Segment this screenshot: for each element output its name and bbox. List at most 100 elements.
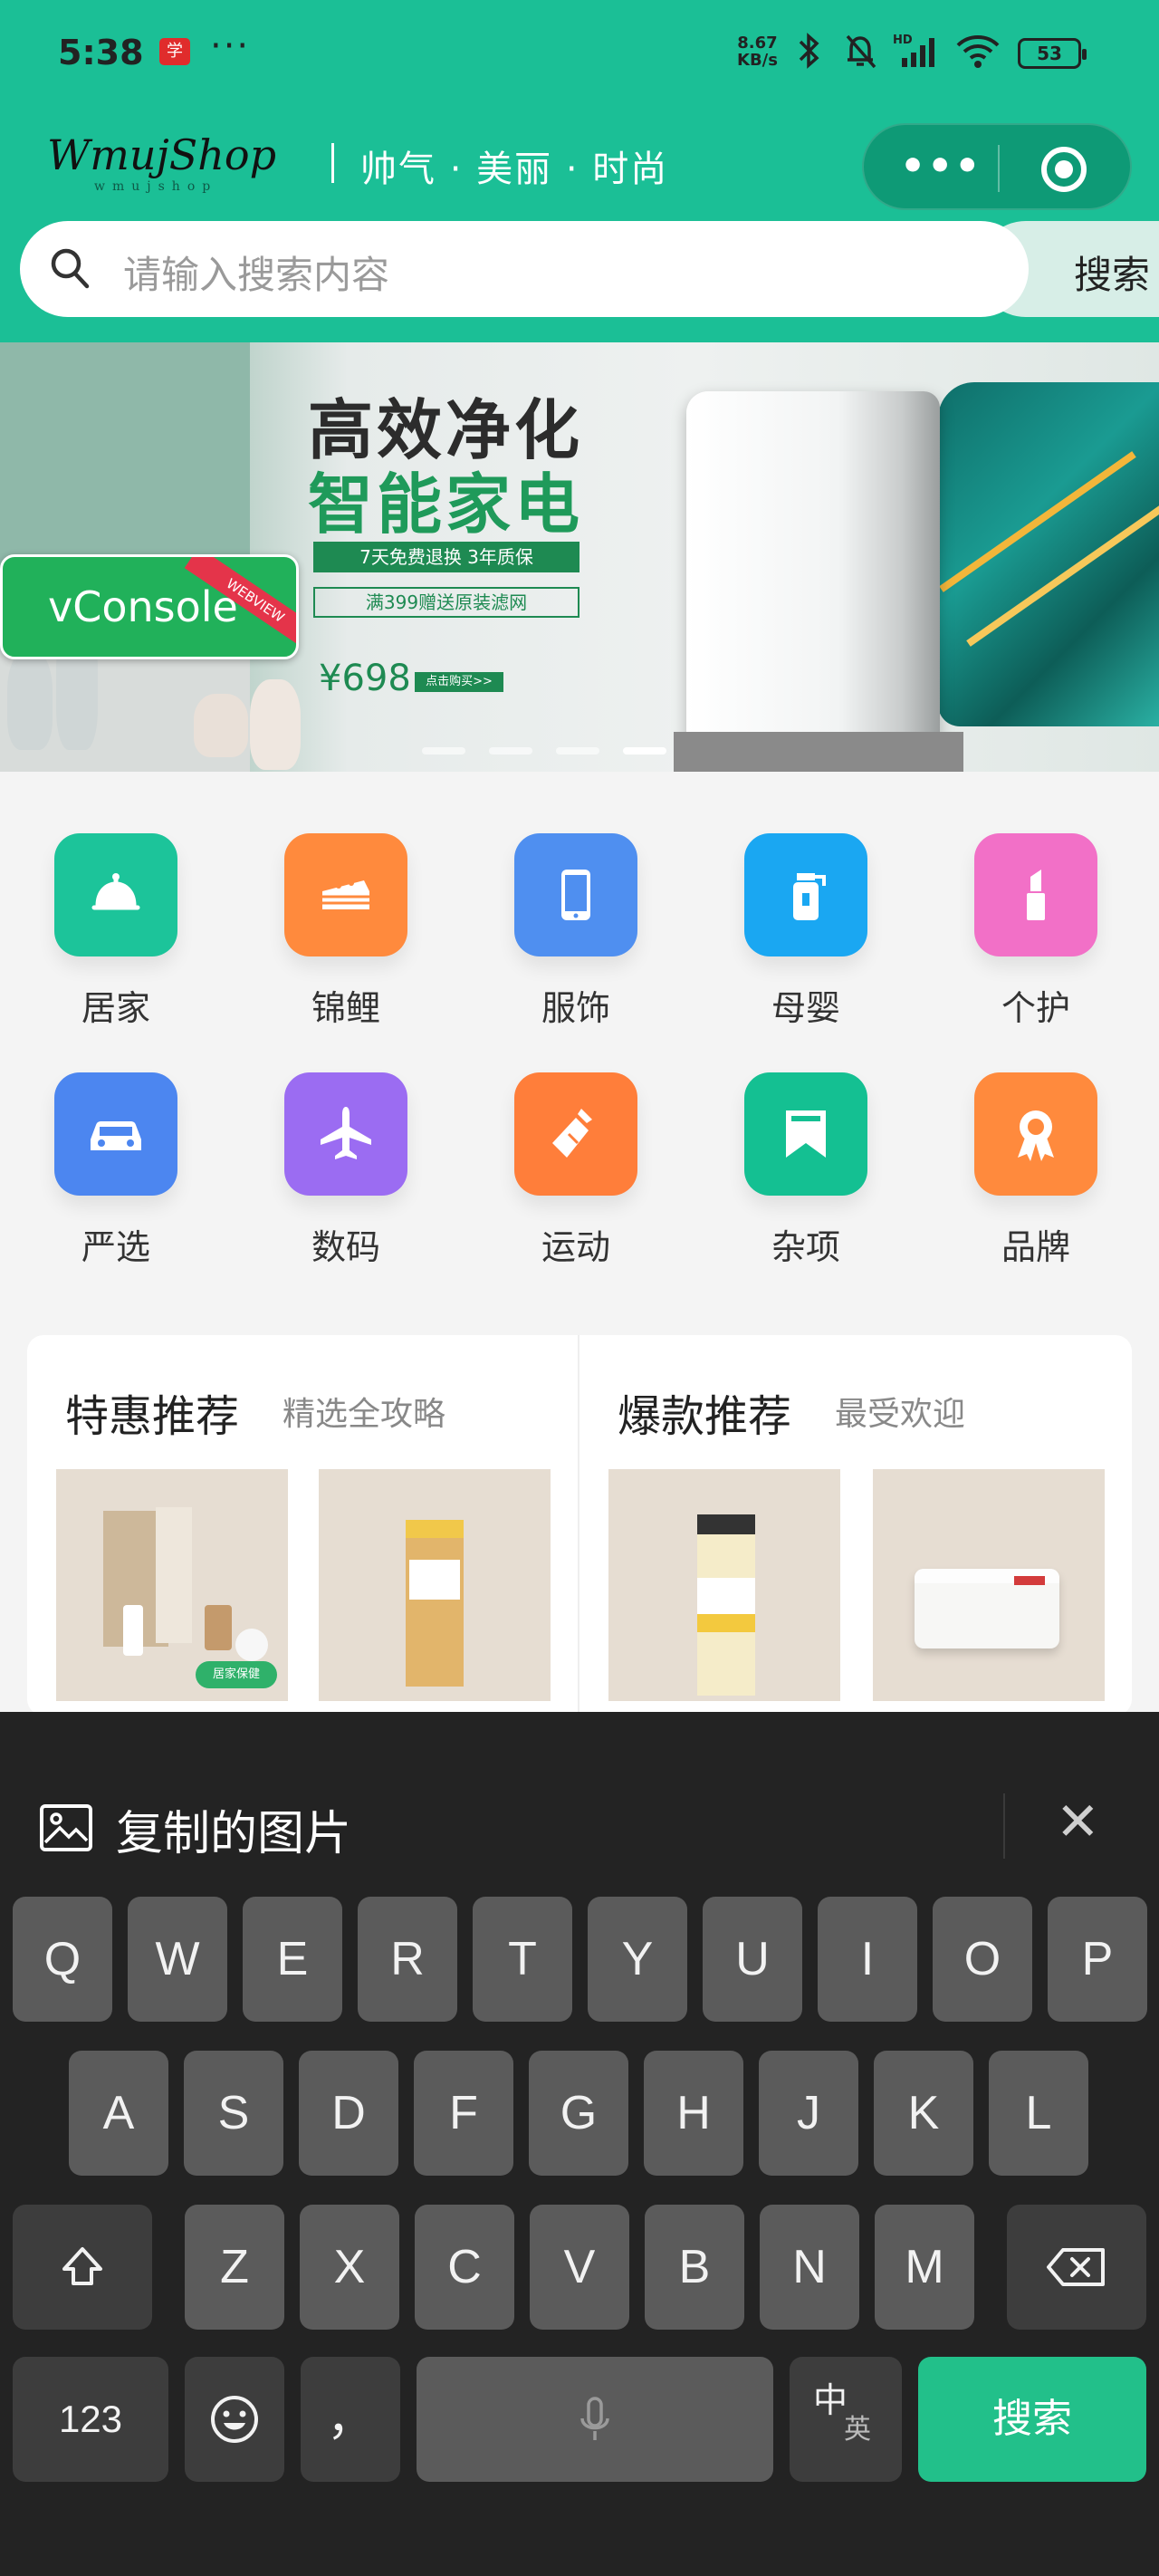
car-icon xyxy=(54,1072,177,1196)
key-k[interactable]: K xyxy=(874,2051,973,2176)
category-label: 锦鲤 xyxy=(311,988,380,1028)
category-digital[interactable]: 数码 xyxy=(264,1072,427,1269)
category-label: 居家 xyxy=(81,988,150,1028)
award-icon xyxy=(974,1072,1097,1196)
clipboard-item[interactable]: 复制的图片 xyxy=(116,1795,351,1863)
category-brand[interactable]: 品牌 xyxy=(954,1072,1117,1269)
search-action-key[interactable]: 搜索 xyxy=(918,2357,1146,2482)
emoji-key[interactable] xyxy=(185,2357,284,2482)
network-speed-value: 8.67 xyxy=(737,34,778,53)
more-notifications-icon: ··· xyxy=(210,25,251,67)
vconsole-button[interactable]: vConsole WEBVIEW xyxy=(0,554,299,659)
close-mini-program-icon[interactable] xyxy=(1041,147,1087,192)
language-secondary: 英 xyxy=(844,2415,871,2445)
punctuation-key[interactable]: ， xyxy=(301,2357,400,2482)
category-label: 运动 xyxy=(541,1227,610,1267)
category-selection[interactable]: 严选 xyxy=(34,1072,197,1269)
backspace-key[interactable] xyxy=(1007,2205,1146,2330)
key-c[interactable]: C xyxy=(415,2205,514,2330)
key-n[interactable]: N xyxy=(760,2205,859,2330)
key-p[interactable]: P xyxy=(1048,1897,1147,2022)
category-sports[interactable]: 运动 xyxy=(494,1072,657,1269)
lipstick-icon xyxy=(974,833,1097,956)
key-y[interactable]: Y xyxy=(588,1897,687,2022)
category-label: 个护 xyxy=(1001,988,1070,1028)
banner-subtitle: 智能家电 xyxy=(308,466,584,543)
signal-hd-icon: HD xyxy=(893,34,934,67)
key-j[interactable]: J xyxy=(759,2051,858,2176)
numbers-key[interactable]: 123 xyxy=(13,2357,168,2482)
key-h[interactable]: H xyxy=(644,2051,743,2176)
key-v[interactable]: V xyxy=(530,2205,629,2330)
cake-icon xyxy=(284,833,407,956)
product-tag xyxy=(1014,1576,1045,1585)
sport-bottle-icon xyxy=(514,1072,637,1196)
key-z[interactable]: Z xyxy=(185,2205,284,2330)
key-u[interactable]: U xyxy=(703,1897,802,2022)
deal-section-title[interactable]: 特惠推荐 xyxy=(65,1380,239,1444)
key-q[interactable]: Q xyxy=(13,1897,112,2022)
leaf-vein xyxy=(966,505,1159,647)
shift-key[interactable] xyxy=(13,2205,152,2330)
product-card[interactable] xyxy=(608,1469,840,1701)
product-stand xyxy=(674,732,963,772)
search-input[interactable]: 请输入搜索内容 xyxy=(123,245,389,300)
category-clothing[interactable]: 服饰 xyxy=(494,833,657,1030)
bottle-icon xyxy=(744,833,867,956)
key-a[interactable]: A xyxy=(69,2051,168,2176)
key-b[interactable]: B xyxy=(645,2205,744,2330)
key-l[interactable]: L xyxy=(989,2051,1088,2176)
category-koi[interactable]: 锦鲤 xyxy=(264,833,427,1030)
key-x[interactable]: X xyxy=(300,2205,399,2330)
language-switch-key[interactable]: 中 英 xyxy=(790,2357,902,2482)
key-o[interactable]: O xyxy=(933,1897,1032,2022)
category-label: 母婴 xyxy=(771,988,840,1028)
product-card[interactable] xyxy=(873,1469,1105,1701)
status-bar: 5:38 学 ··· 8.67 KB/s HD 53 xyxy=(0,0,1159,107)
key-w[interactable]: W xyxy=(128,1897,227,2022)
deal-section-subtitle: 精选全攻略 xyxy=(283,1396,446,1433)
hot-section-title[interactable]: 爆款推荐 xyxy=(618,1380,791,1444)
mute-bell-icon xyxy=(846,34,876,69)
category-label: 服饰 xyxy=(541,988,610,1028)
key-s[interactable]: S xyxy=(184,2051,283,2176)
key-i[interactable]: I xyxy=(818,1897,917,2022)
product-card[interactable] xyxy=(319,1469,551,1701)
network-speed-unit: KB/s xyxy=(737,51,778,70)
category-personal-care[interactable]: 个护 xyxy=(954,833,1117,1030)
category-misc[interactable]: 杂项 xyxy=(724,1072,887,1269)
product-jar-lid xyxy=(697,1514,755,1534)
search-button[interactable]: 搜索 xyxy=(1074,245,1150,300)
vconsole-label: vConsole xyxy=(48,582,238,631)
product-box-image xyxy=(156,1507,192,1643)
key-t[interactable]: T xyxy=(473,1897,572,2022)
key-g[interactable]: G xyxy=(529,2051,628,2176)
key-m[interactable]: M xyxy=(875,2205,974,2330)
category-baby[interactable]: 母婴 xyxy=(724,833,887,1030)
plant-pot-decoration xyxy=(194,694,248,757)
airplane-icon xyxy=(284,1072,407,1196)
banner-tag-warranty: 7天免费退换 3年质保 xyxy=(313,542,580,572)
soft-keyboard: 复制的图片 ✕ QWERTYUIOP ASDFGHJKL ZXCVBNM 123… xyxy=(0,1712,1159,2576)
more-menu-button[interactable]: ••• xyxy=(900,141,982,192)
status-time: 5:38 xyxy=(58,33,144,72)
clipboard-bar: 复制的图片 ✕ xyxy=(0,1712,1159,1861)
key-f[interactable]: F xyxy=(414,2051,513,2176)
close-icon[interactable]: ✕ xyxy=(1056,1793,1100,1850)
search-box[interactable]: 请输入搜索内容 xyxy=(20,221,1029,317)
product-card[interactable]: 居家保健 xyxy=(56,1469,288,1701)
category-home[interactable]: 居家 xyxy=(34,833,197,1030)
key-e[interactable]: E xyxy=(243,1897,342,2022)
key-d[interactable]: D xyxy=(299,2051,398,2176)
banner-tag-gift: 满399赠送原装滤网 xyxy=(313,587,580,618)
nav-bar: WmujShop wmujshop 帅气 · 美丽 · 时尚 ••• xyxy=(0,116,1159,216)
key-r[interactable]: R xyxy=(358,1897,457,2022)
nav-divider xyxy=(331,143,334,183)
search-icon xyxy=(51,248,90,289)
product-badge: 居家保健 xyxy=(196,1661,277,1688)
air-purifier-image xyxy=(686,391,940,754)
banner-buy-button[interactable]: 点击购买>> xyxy=(415,672,503,692)
category-label: 严选 xyxy=(81,1227,150,1267)
space-key[interactable] xyxy=(417,2357,773,2482)
product-label-band xyxy=(697,1614,755,1632)
